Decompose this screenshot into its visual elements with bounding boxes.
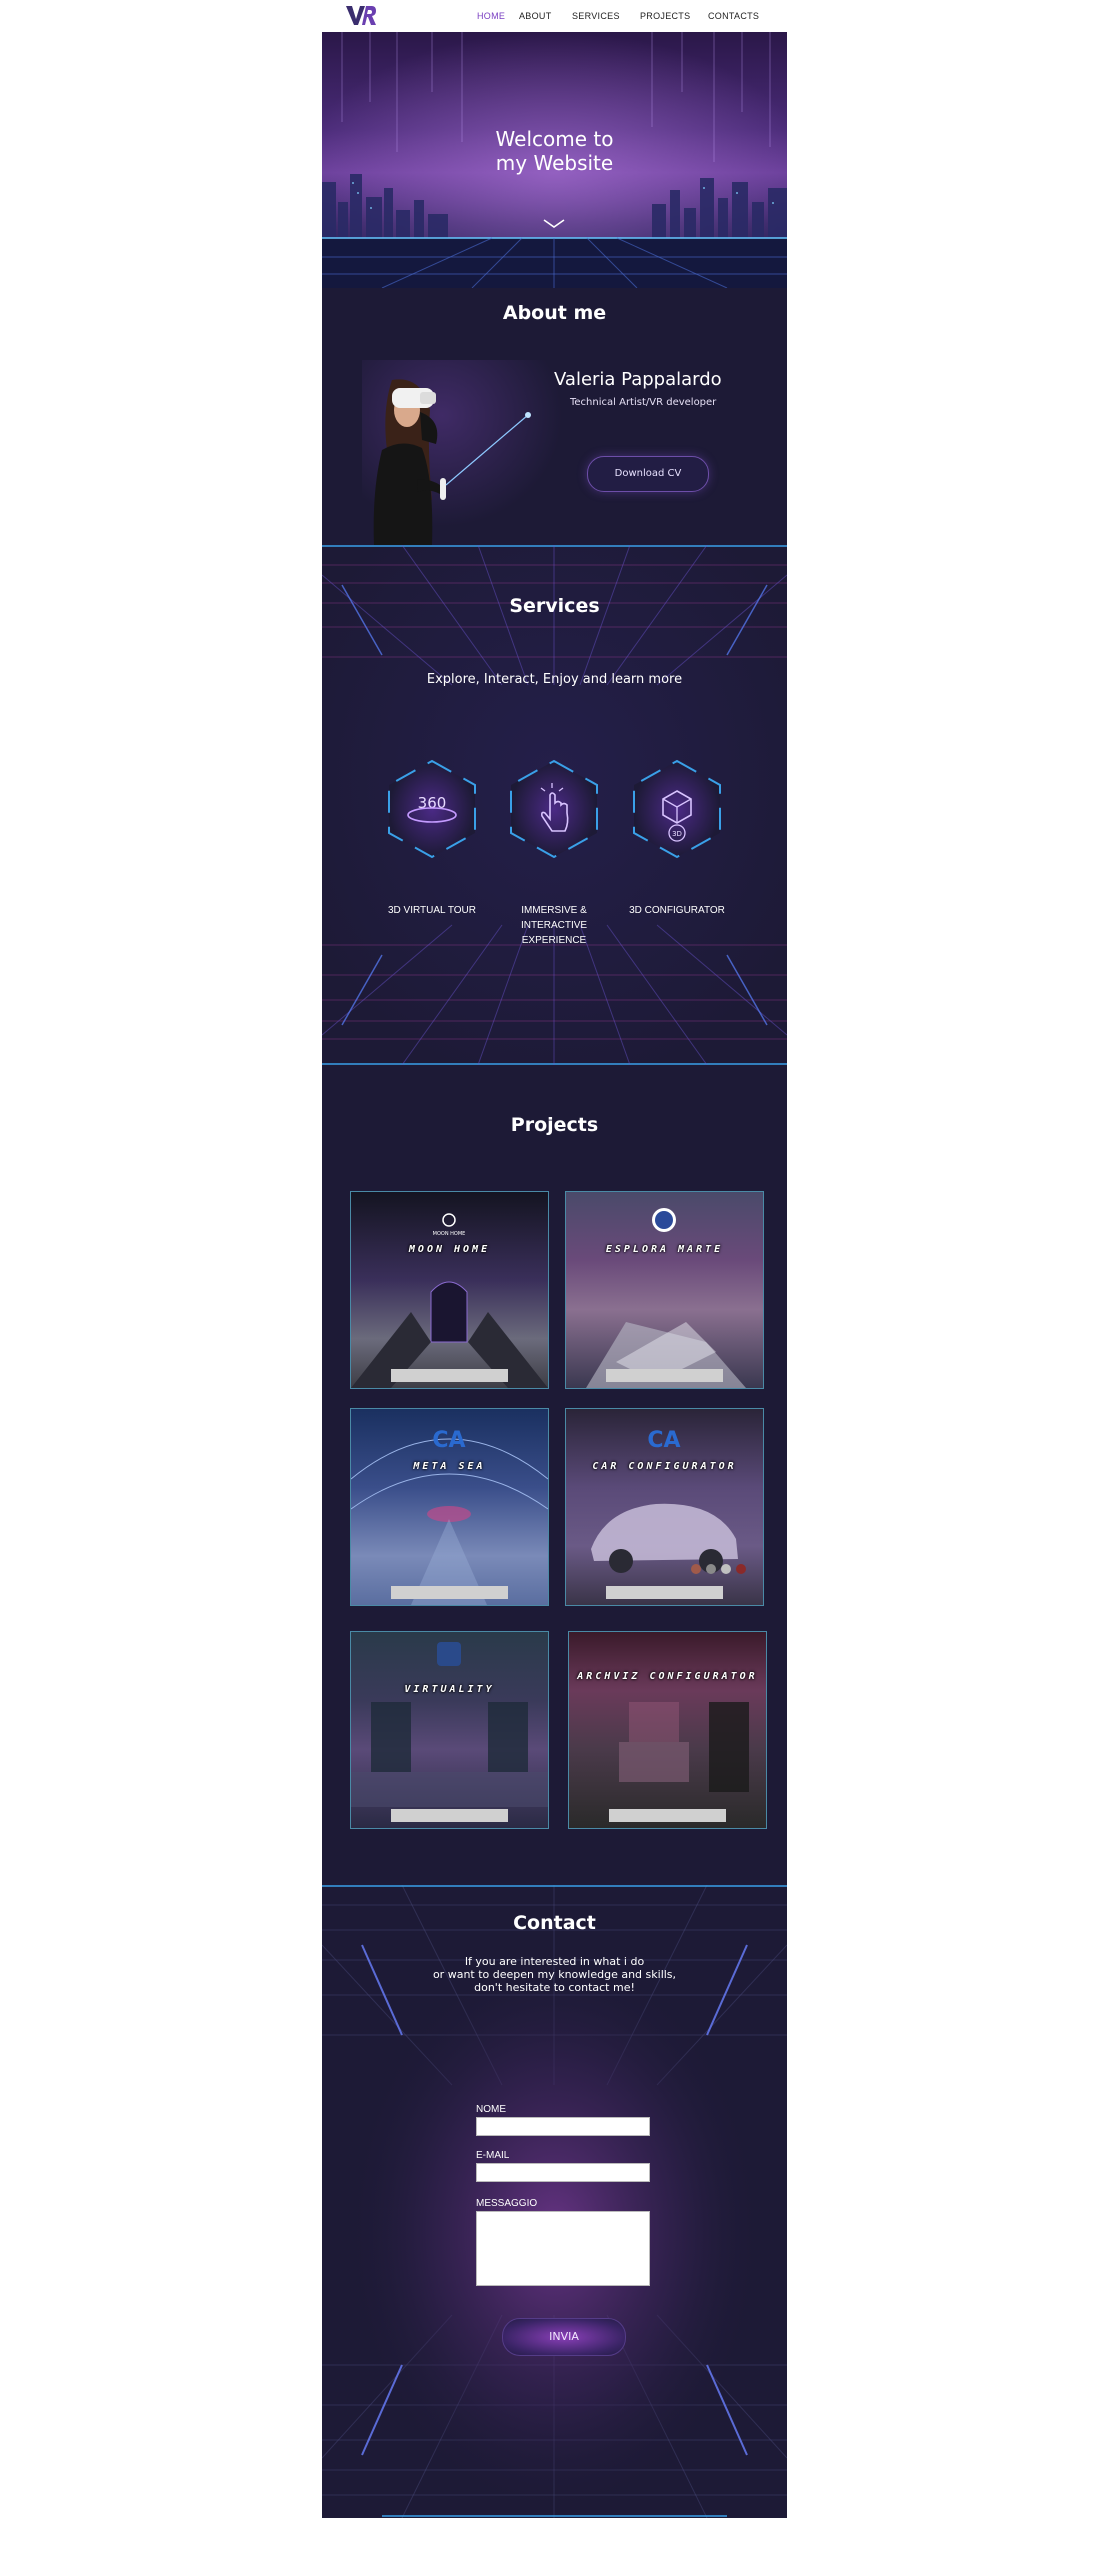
services-title: Services: [509, 595, 600, 617]
project-card-archviz-configurator[interactable]: ARCHVIZ CONFIGURATOR: [568, 1631, 767, 1829]
store-badges[interactable]: [606, 1586, 723, 1599]
service-label-virtual-tour: 3D VIRTUAL TOUR: [388, 905, 476, 916]
nav-home[interactable]: HOME: [477, 11, 505, 21]
service-label-configurator: 3D CONFIGURATOR: [629, 905, 725, 916]
about-title: About me: [502, 302, 607, 324]
profile-name: Valeria Pappalardo: [554, 369, 722, 390]
nav-services[interactable]: SERVICES: [572, 11, 620, 21]
services-subtitle: Explore, Interact, Enjoy and learn more: [426, 672, 683, 687]
svg-text:CA: CA: [432, 1428, 465, 1453]
contact-text-line-3: don't hesitate to contact me!: [474, 1981, 635, 1994]
name-field[interactable]: [476, 2117, 650, 2136]
car-configurator-scene: CA: [591, 1428, 746, 1574]
hero-title-line-1: Welcome to: [495, 127, 614, 151]
svg-text:CA: CA: [647, 1428, 680, 1453]
contact-text-line-2: or want to deepen my knowledge and skill…: [432, 1968, 677, 1981]
page: HOME ABOUT SERVICES PROJECTS CONTACTS We…: [322, 0, 787, 2518]
nav-contacts[interactable]: CONTACTS: [708, 11, 759, 21]
contact-title: Contact: [513, 1912, 596, 1934]
project-title: MOON HOME: [408, 1244, 491, 1255]
service-label-immersive: IMMERSIVE & INTERACTIVE EXPERIENCE: [520, 905, 588, 946]
email-label: E-MAIL: [476, 2150, 510, 2161]
vr-logo[interactable]: [345, 3, 377, 28]
project-card-meta-sea[interactable]: CA META SEA: [350, 1408, 549, 1606]
store-badges[interactable]: [391, 1586, 508, 1599]
moon-home-logo-text: MOON HOME: [433, 1231, 466, 1237]
message-label: MESSAGGIO: [476, 2198, 538, 2209]
message-field[interactable]: [476, 2211, 650, 2286]
project-title: ARCHVIZ CONFIGURATOR: [577, 1671, 758, 1682]
download-cv-button[interactable]: Download CV: [587, 456, 709, 492]
virtuality-scene: [351, 1642, 548, 1807]
project-card-car-configurator[interactable]: CA CAR CONFIGURATOR: [565, 1408, 764, 1606]
moon-home-scene: MOON HOME: [351, 1213, 548, 1388]
store-badges[interactable]: [391, 1809, 508, 1822]
email-field[interactable]: [476, 2163, 650, 2182]
meta-sea-scene: CA: [351, 1428, 548, 1605]
360-icon[interactable]: 360: [383, 757, 481, 861]
store-badges[interactable]: [391, 1369, 508, 1382]
project-title: ESPLORA MARTE: [605, 1244, 724, 1255]
project-title: CAR CONFIGURATOR: [592, 1461, 737, 1472]
profile-role: Technical Artist/VR developer: [570, 397, 717, 408]
touch-hand-icon[interactable]: [505, 757, 603, 861]
projects-title: Projects: [510, 1114, 599, 1136]
hero-title-line-2: my Website: [495, 151, 614, 175]
project-card-virtuality[interactable]: VIRTUALITY: [350, 1631, 549, 1829]
nav-about[interactable]: ABOUT: [519, 11, 552, 21]
hero-banner: Welcome to my Website: [322, 32, 787, 288]
project-title: VIRTUALITY: [404, 1684, 495, 1695]
project-card-esplora-marte[interactable]: ESPLORA MARTE: [565, 1191, 764, 1389]
contact-text-line-1: If you are interested in what i do: [464, 1955, 645, 1968]
project-title: META SEA: [413, 1461, 486, 1472]
store-badges[interactable]: [606, 1369, 723, 1382]
nav-projects[interactable]: PROJECTS: [640, 11, 690, 21]
top-nav-bar: HOME ABOUT SERVICES PROJECTS CONTACTS: [322, 0, 787, 32]
hero-title: Welcome to my Website: [322, 127, 787, 175]
project-card-moon-home[interactable]: MOON HOME MOON HOME: [350, 1191, 549, 1389]
cube-3d-icon[interactable]: 3D: [628, 757, 726, 861]
send-button[interactable]: INVIA: [502, 2318, 626, 2356]
esplora-marte-scene: [586, 1208, 746, 1388]
name-label: NOME: [476, 2104, 506, 2115]
archviz-scene: [619, 1702, 749, 1792]
store-badges[interactable]: [609, 1809, 726, 1822]
contact-description: If you are interested in what i do or wa…: [322, 1955, 787, 1994]
profile-photo: [362, 360, 562, 545]
chevron-down-icon[interactable]: [542, 218, 566, 230]
3d-icon-text: 3D: [672, 830, 682, 838]
